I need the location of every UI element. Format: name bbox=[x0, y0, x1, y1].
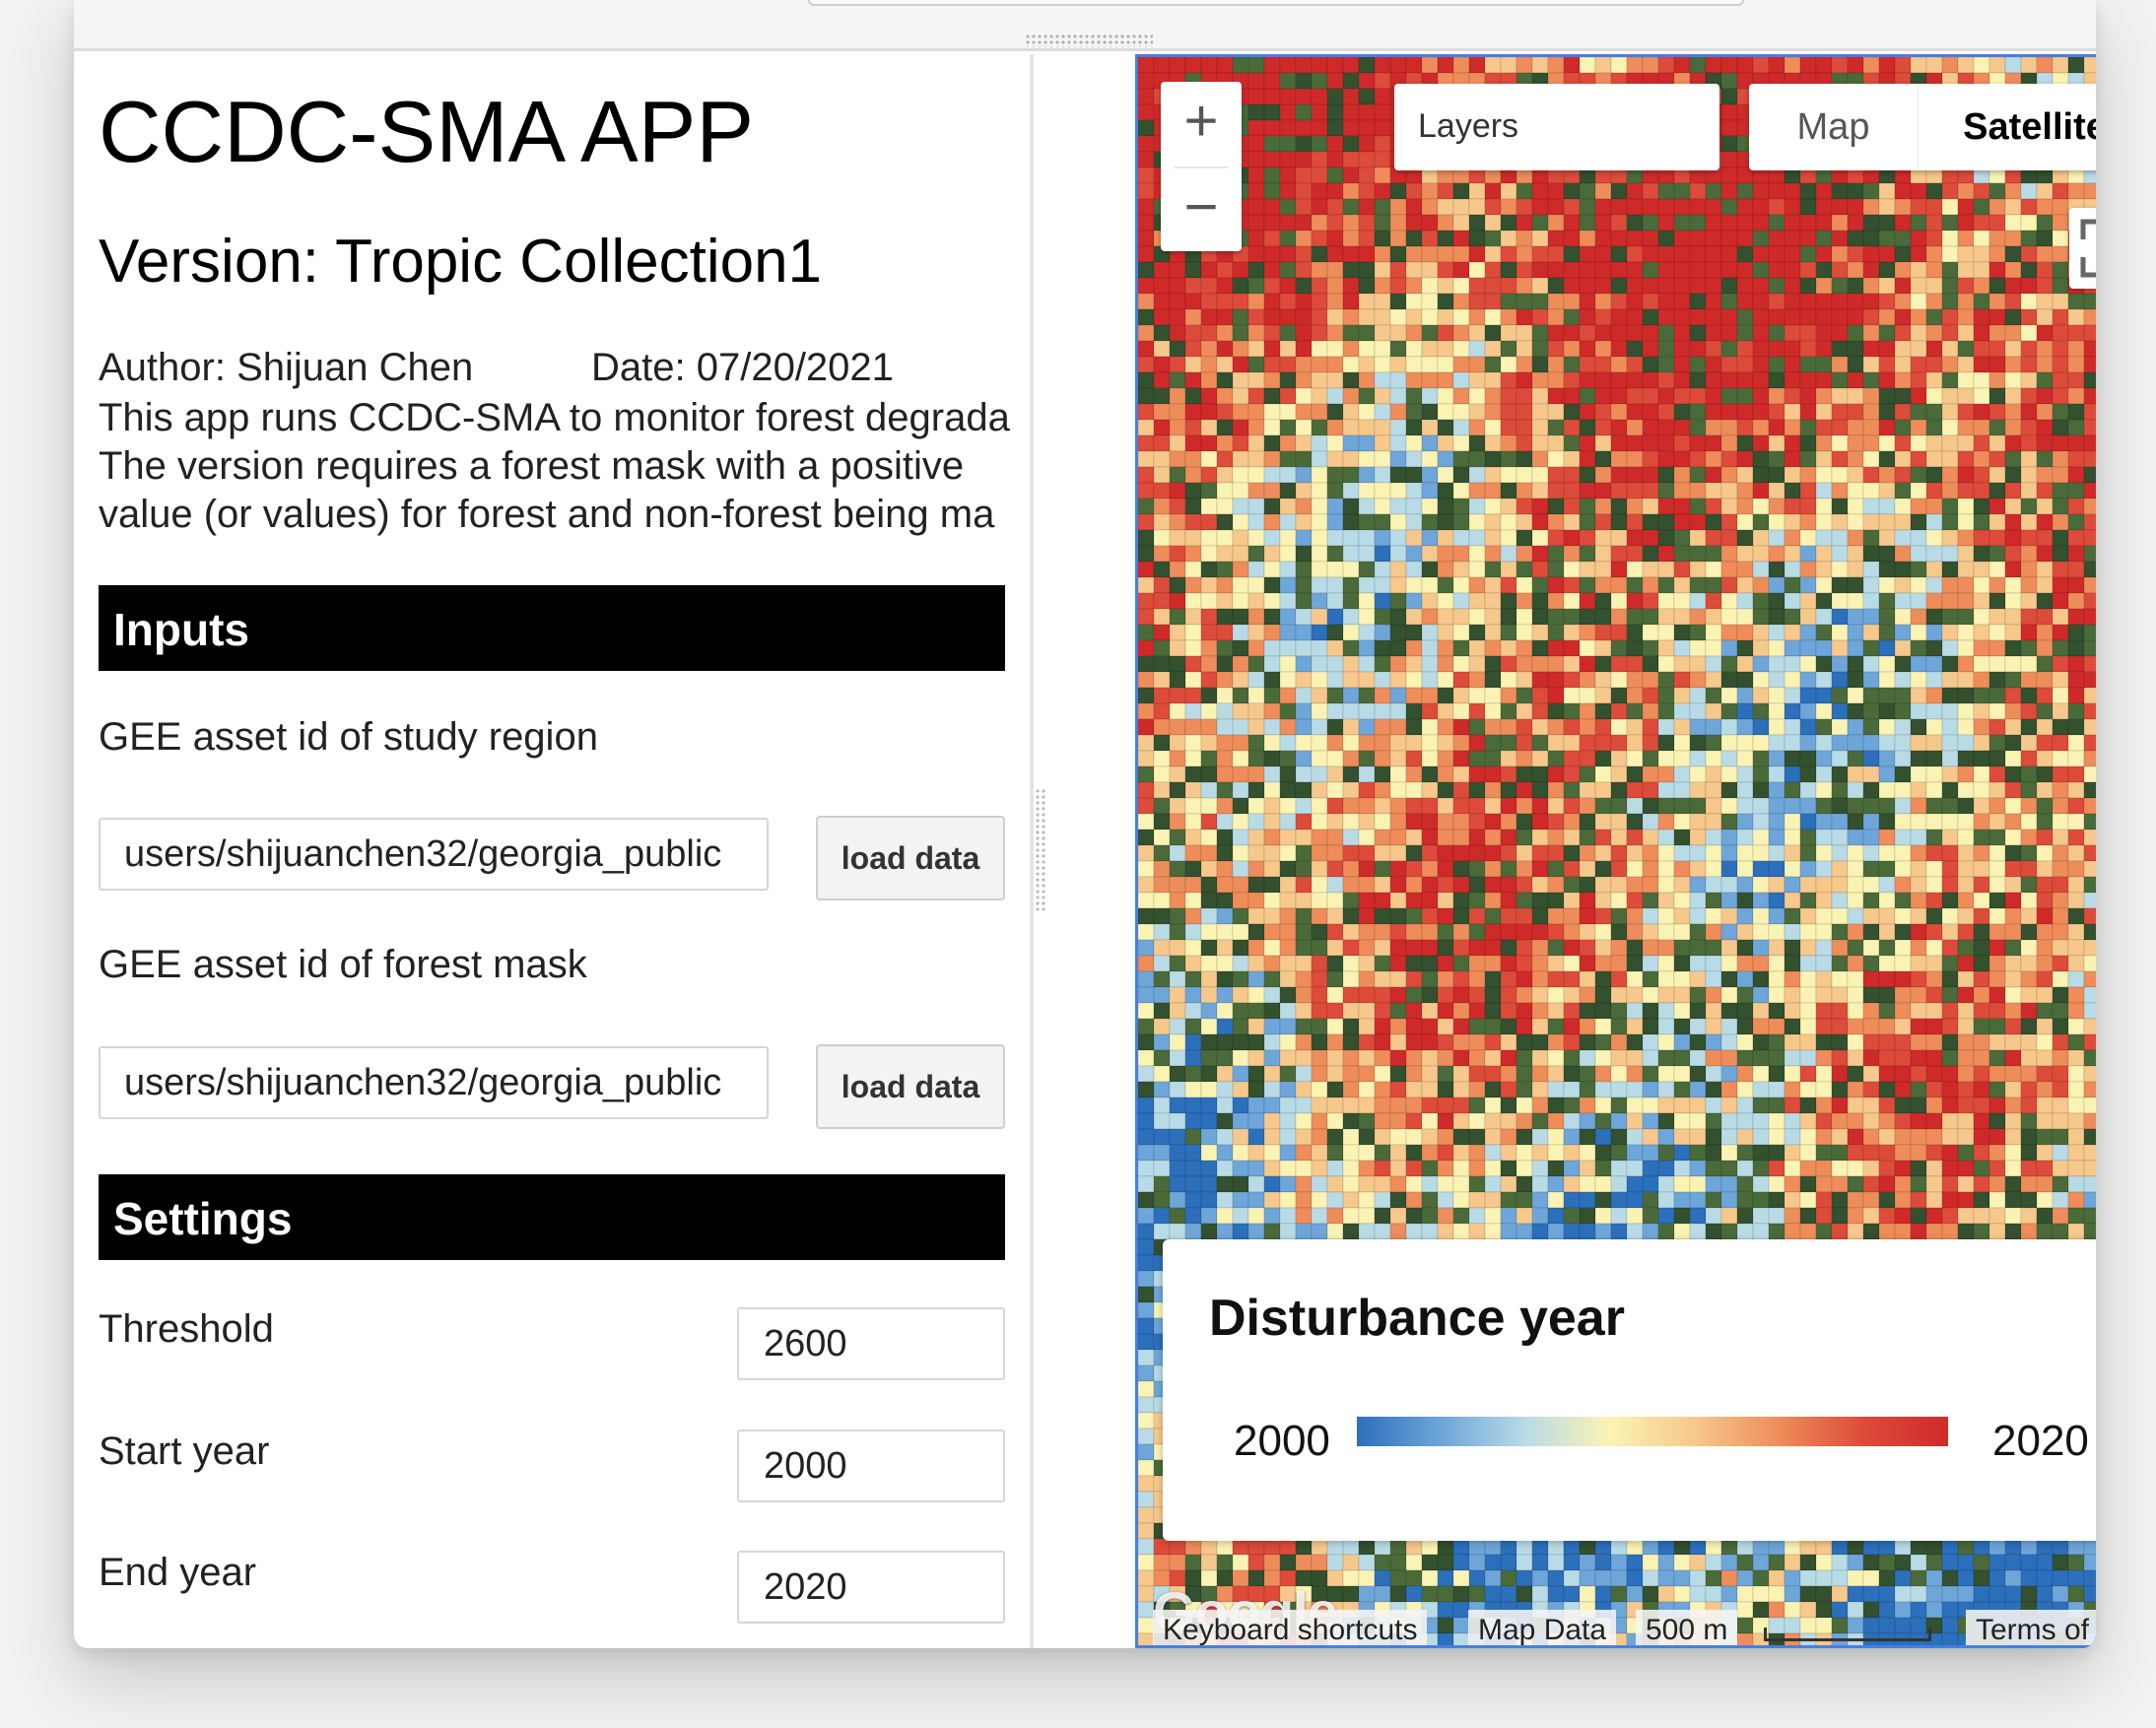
author-label: Author: Shijuan Chen bbox=[99, 346, 474, 389]
end-year-input[interactable]: 2020 bbox=[737, 1551, 1005, 1624]
date-label: Date: 07/20/2021 bbox=[591, 346, 894, 389]
zoom-out-button[interactable]: − bbox=[1161, 167, 1242, 251]
inputs-header-label: Inputs bbox=[113, 604, 249, 655]
layers-dropdown[interactable]: Layers bbox=[1394, 84, 1719, 170]
map-type-control: Map Satellite bbox=[1749, 84, 2096, 170]
legend-color-bar bbox=[1357, 1417, 1948, 1446]
zoom-control: + − bbox=[1161, 82, 1242, 251]
control-panel: CCDC-SMA APP Version: Tropic Collection1… bbox=[74, 54, 1030, 1648]
map-view[interactable]: + − Layers Map Satellite Disturbance yea… bbox=[1135, 54, 2096, 1648]
app-title: CCDC-SMA APP bbox=[99, 83, 755, 180]
threshold-input[interactable]: 2600 bbox=[737, 1307, 1005, 1380]
author-date-line: Author: Shijuan Chen Date: 07/20/2021 bbox=[99, 346, 894, 390]
settings-header-label: Settings bbox=[113, 1193, 293, 1244]
map-data-link[interactable]: Map Data bbox=[1468, 1610, 1617, 1645]
keyboard-shortcuts-link[interactable]: Keyboard shortcuts bbox=[1153, 1610, 1428, 1645]
description-line: This app runs CCDC-SMA to monitor forest… bbox=[99, 396, 1010, 439]
legend-panel: Disturbance year 2000 2020 bbox=[1163, 1239, 2096, 1541]
legend-max-label: 2020 bbox=[1992, 1417, 2089, 1465]
start-year-label: Start year bbox=[99, 1429, 270, 1473]
start-year-input[interactable]: 2000 bbox=[737, 1429, 1005, 1502]
mask-asset-input[interactable]: users/shijuanchen32/georgia_public bbox=[99, 1046, 769, 1119]
version-label: Version: Tropic Collection1 bbox=[99, 228, 823, 296]
map-type-satellite-button[interactable]: Satellite bbox=[1919, 84, 2096, 170]
settings-section-header: Settings bbox=[99, 1174, 1005, 1260]
app-window: CCDC-SMA APP Version: Tropic Collection1… bbox=[74, 0, 2096, 1648]
scale-bar bbox=[1651, 1610, 1931, 1645]
end-year-label: End year bbox=[99, 1551, 257, 1594]
description-line: The version requires a forest mask with … bbox=[99, 444, 965, 488]
window-top-bar bbox=[74, 0, 2096, 51]
zoom-in-button[interactable]: + bbox=[1161, 82, 1242, 166]
fullscreen-icon bbox=[2080, 219, 2096, 278]
legend-min-label: 2000 bbox=[1234, 1417, 1330, 1465]
scale-bar-line bbox=[1764, 1628, 1931, 1641]
app-description: This app runs CCDC-SMA to monitor forest… bbox=[99, 394, 1010, 539]
fullscreen-button[interactable] bbox=[2069, 208, 2096, 289]
inputs-section-header: Inputs bbox=[99, 585, 1005, 671]
description-line: value (or values) for forest and non-for… bbox=[99, 493, 995, 536]
top-panel-edge bbox=[808, 0, 1744, 6]
load-region-button[interactable]: load data bbox=[816, 816, 1005, 900]
vertical-resize-handle[interactable] bbox=[1035, 788, 1046, 911]
mask-asset-label: GEE asset id of forest mask bbox=[99, 943, 587, 986]
panel-divider bbox=[1030, 54, 1034, 1648]
map-type-map-button[interactable]: Map bbox=[1749, 84, 1919, 170]
terms-of-use-link[interactable]: Terms of Use bbox=[1966, 1610, 2096, 1645]
threshold-label: Threshold bbox=[99, 1307, 274, 1351]
legend-title: Disturbance year bbox=[1209, 1290, 1625, 1347]
horizontal-resize-handle[interactable] bbox=[1025, 33, 1153, 47]
region-asset-label: GEE asset id of study region bbox=[99, 715, 598, 759]
region-asset-input[interactable]: users/shijuanchen32/georgia_public bbox=[99, 818, 769, 891]
load-mask-button[interactable]: load data bbox=[816, 1044, 1005, 1129]
